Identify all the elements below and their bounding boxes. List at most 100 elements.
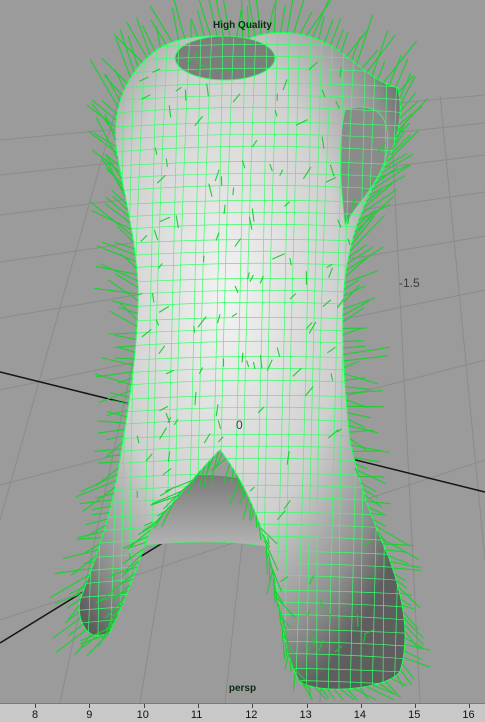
normal-line xyxy=(118,378,132,383)
normal-line xyxy=(223,613,226,623)
timeslider-tick-label: 15 xyxy=(408,709,420,721)
normal-line xyxy=(76,538,102,540)
normal-line xyxy=(400,593,412,596)
normal-line xyxy=(364,55,374,61)
normal-line xyxy=(383,544,414,546)
normal-line xyxy=(359,477,385,478)
normal-line xyxy=(343,328,362,335)
camera-name-label: persp xyxy=(0,683,485,694)
normal-line xyxy=(367,501,392,503)
normal-line xyxy=(102,58,128,83)
normal-line xyxy=(233,188,234,196)
normal-line xyxy=(343,298,375,309)
timeslider-tickmark xyxy=(252,704,253,708)
timeslider-tickmark xyxy=(198,704,199,708)
normal-line xyxy=(145,585,152,588)
scene-render xyxy=(0,0,485,703)
timeslider-tick-label: 14 xyxy=(354,709,366,721)
normal-line xyxy=(118,347,135,352)
normal-line xyxy=(96,266,137,274)
normal-line xyxy=(102,101,117,114)
normal-line xyxy=(378,61,385,80)
normal-line xyxy=(356,464,368,469)
normal-line xyxy=(172,547,178,557)
normal-line xyxy=(92,150,120,172)
normal-line xyxy=(343,341,363,342)
normal-line xyxy=(400,102,418,118)
normal-line xyxy=(109,311,137,327)
normal-line xyxy=(390,55,402,85)
axis-label-zero: 0 xyxy=(236,418,243,432)
normal-line xyxy=(348,274,355,284)
normal-line xyxy=(350,439,366,450)
timeslider-tick-label: 10 xyxy=(137,709,149,721)
timeslider-tick-label: 12 xyxy=(245,709,257,721)
normal-line xyxy=(75,634,91,655)
normal-line xyxy=(343,285,359,303)
normal-line xyxy=(402,664,414,680)
normal-line xyxy=(242,353,243,363)
normal-line xyxy=(403,657,430,667)
normal-line xyxy=(114,346,135,348)
normal-line xyxy=(344,347,391,354)
normal-line xyxy=(90,59,118,107)
normal-line xyxy=(161,576,168,581)
normal-line xyxy=(336,30,343,49)
axis-label-negative: -1.5 xyxy=(399,276,420,290)
normal-line xyxy=(101,264,138,281)
normal-line xyxy=(94,288,138,294)
normal-line xyxy=(98,462,119,463)
normal-line xyxy=(63,550,98,559)
normal-line xyxy=(398,99,428,131)
normal-line xyxy=(346,29,368,57)
normal-line xyxy=(106,436,123,440)
timeslider-tickmark xyxy=(361,704,362,708)
timeslider-tickmark xyxy=(469,704,470,708)
normal-line xyxy=(393,568,421,570)
normal-line xyxy=(114,34,142,62)
timeslider-tickmark xyxy=(144,704,145,708)
normal-line xyxy=(55,593,83,604)
timeslider-tick-label: 8 xyxy=(32,709,38,721)
normal-line xyxy=(224,0,231,37)
timeslider-tick-label: 16 xyxy=(462,709,474,721)
normal-line xyxy=(367,35,395,72)
normal-line xyxy=(120,29,134,72)
normal-line xyxy=(85,519,107,525)
timeslider-tick-label: 13 xyxy=(300,709,312,721)
normal-line xyxy=(376,337,384,341)
timeslider-tickmark xyxy=(415,704,416,708)
normal-line xyxy=(108,455,120,456)
normal-line xyxy=(285,655,289,670)
normal-line xyxy=(161,598,166,609)
normal-line xyxy=(55,569,92,574)
normal-line xyxy=(345,387,372,390)
normal-line xyxy=(119,307,138,313)
normal-line xyxy=(109,333,137,334)
timeslider-tick-label: 11 xyxy=(191,709,202,721)
normal-line xyxy=(194,326,195,333)
normal-line xyxy=(344,361,359,367)
render-quality-label: High Quality xyxy=(0,20,485,31)
normal-line xyxy=(344,356,388,361)
normal-line xyxy=(188,594,192,600)
normal-line xyxy=(222,552,225,559)
normal-line xyxy=(84,562,94,563)
normal-line xyxy=(343,346,365,348)
normal-line xyxy=(347,406,384,407)
normal-line xyxy=(170,644,173,653)
timeslider-tickmark xyxy=(35,704,36,708)
normal-line xyxy=(115,358,134,359)
normal-line xyxy=(95,374,131,385)
timeslider-tickmark xyxy=(307,704,308,708)
normal-line xyxy=(96,372,133,377)
persp-viewport[interactable]: High Quality -1.5 0 persp xyxy=(0,0,485,703)
time-slider[interactable]: 8 9 10 11 12 13 14 15 16 xyxy=(0,703,485,722)
normal-line xyxy=(89,201,132,236)
normal-line xyxy=(98,430,125,433)
normal-line xyxy=(362,288,367,291)
normal-line xyxy=(112,301,138,307)
normal-line xyxy=(211,458,227,471)
timeslider-tick-label: 9 xyxy=(86,709,92,721)
normal-line xyxy=(97,421,125,423)
